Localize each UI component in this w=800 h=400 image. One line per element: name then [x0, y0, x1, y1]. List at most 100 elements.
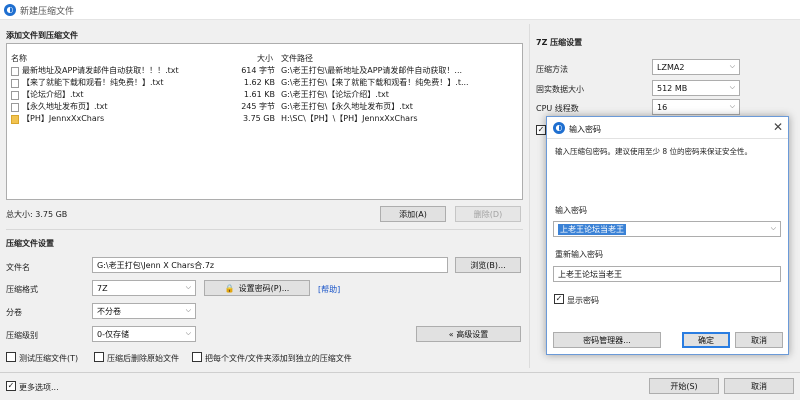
test-archive-checkbox[interactable]	[6, 352, 16, 362]
text-file-icon	[11, 91, 19, 100]
dict-value: 512 MB	[657, 83, 688, 93]
text-file-icon	[11, 79, 19, 88]
test-archive-label: 测试压缩文件(T)	[19, 354, 79, 363]
app-icon: ◐	[553, 122, 565, 134]
reenter-password-input[interactable]: 上老王论坛当老王	[553, 266, 781, 282]
chevron-down-icon: ⌵	[185, 306, 191, 315]
column-header-name[interactable]: 名称	[11, 53, 27, 64]
start-button[interactable]: 开始(S)	[649, 378, 719, 394]
delete-after-checkbox[interactable]	[94, 352, 104, 362]
chevron-down-icon: ⌵	[185, 329, 191, 338]
filename-label: 文件名	[6, 263, 30, 272]
split-label: 分卷	[6, 308, 22, 317]
file-row[interactable]: 最新地址及APP请发邮件自动获取！！！.txt 614 字节 G:\老王打包\最…	[7, 65, 522, 77]
threads-select[interactable]: 16 ⌵	[652, 99, 740, 115]
cancel-button[interactable]: 取消	[724, 378, 794, 394]
file-size: 3.75 GB	[242, 114, 275, 123]
ok-button[interactable]: 确定	[682, 332, 730, 348]
separate-archives-checkbox[interactable]	[192, 352, 202, 362]
file-path: G:\老王打包\最新地址及APP请发邮件自动获取！...	[281, 66, 463, 75]
column-header-path[interactable]: 文件路径	[281, 53, 313, 64]
close-icon[interactable]: ✕	[771, 120, 785, 134]
method-label: 压缩方法	[536, 65, 568, 74]
format-select[interactable]: 7Z ⌵	[92, 280, 196, 296]
method-select[interactable]: LZMA2 ⌵	[652, 59, 740, 75]
sevenz-section-title: 7Z 压缩设置	[536, 38, 583, 47]
file-name: 最新地址及APP请发邮件自动获取！！！.txt	[22, 66, 179, 75]
file-size: 614 字节	[241, 66, 275, 75]
format-value: 7Z	[97, 283, 108, 293]
reenter-password-label: 重新输入密码	[555, 250, 603, 259]
threads-value: 16	[657, 102, 668, 112]
file-size: 1.61 KB	[243, 90, 275, 99]
add-button[interactable]: 添加(A)	[380, 206, 446, 222]
file-name: 【PH】JennxXxChars	[22, 114, 105, 123]
file-row[interactable]: 【来了就能下载和观看！纯免费！】.txt 1.62 KB G:\老王打包\【来了…	[7, 77, 522, 89]
divider	[6, 229, 523, 230]
file-path: G:\老王打包\【论坛介绍】.txt	[281, 90, 389, 99]
dialog-title: 输入密码	[569, 125, 601, 134]
more-options-checkbox[interactable]: ✓	[6, 381, 16, 391]
set-password-label: 设置密码(P)...	[238, 283, 290, 293]
advanced-settings-button[interactable]: « 高级设置	[416, 326, 521, 342]
chevron-down-icon: ⌵	[185, 283, 191, 292]
enter-password-label: 输入密码	[555, 206, 587, 215]
window-title: 新建压缩文件	[20, 7, 75, 17]
footer-divider	[0, 372, 800, 373]
delete-after-label: 压缩后删除原始文件	[107, 354, 179, 363]
file-row[interactable]: 【论坛介绍】.txt 1.61 KB G:\老王打包\【论坛介绍】.txt	[7, 89, 522, 101]
file-path: G:\老王打包\【永久地址发布页】.txt	[281, 102, 413, 111]
show-password-checkbox[interactable]: ✓	[554, 294, 564, 304]
format-label: 压缩格式	[6, 285, 38, 294]
enter-password-value: 上老王论坛当老王	[558, 223, 626, 235]
level-label: 压缩级别	[6, 331, 38, 340]
more-options-label: 更多选项...	[19, 383, 59, 392]
file-row[interactable]: 【PH】JennxXxChars 3.75 GB H:\SC\【PH】\【PH】…	[7, 113, 522, 125]
dict-select[interactable]: 512 MB ⌵	[652, 80, 740, 96]
column-header-size[interactable]: 大小	[257, 53, 273, 64]
folder-icon	[11, 115, 19, 124]
split-select[interactable]: 不分卷 ⌵	[92, 303, 196, 319]
delete-button[interactable]: 删除(D)	[455, 206, 521, 222]
file-path: G:\老王打包\【来了就能下载和观看！纯免费！】.t...	[281, 78, 469, 87]
split-value: 不分卷	[97, 306, 121, 316]
file-path: H:\SC\【PH】\【PH】JennxXxChars	[281, 114, 418, 123]
set-password-button[interactable]: 🔒 设置密码(P)...	[204, 280, 310, 296]
chevron-down-icon: ⌵	[729, 102, 735, 111]
file-name: 【来了就能下载和观看！纯免费！】.txt	[22, 78, 164, 87]
dialog-description: 输入压缩包密码。建议使用至少 8 位的密码来保证安全性。	[555, 147, 753, 156]
show-password-label: 显示密码	[567, 296, 599, 305]
password-dialog: ◐ 输入密码 ✕ 输入压缩包密码。建议使用至少 8 位的密码来保证安全性。 输入…	[546, 116, 789, 355]
level-value: 0-仅存储	[97, 329, 129, 339]
file-size: 245 字节	[241, 102, 275, 111]
total-size: 总大小: 3.75 GB	[6, 210, 68, 219]
enter-password-input[interactable]: 上老王论坛当老王 ⌵	[553, 221, 781, 237]
panel-divider	[529, 24, 530, 368]
password-manager-button[interactable]: 密码管理器...	[553, 332, 661, 348]
level-select[interactable]: 0-仅存储 ⌵	[92, 326, 196, 342]
text-file-icon	[11, 67, 19, 76]
chevron-down-icon: ⌵	[729, 83, 735, 92]
browse-button[interactable]: 浏览(B)...	[455, 257, 521, 273]
file-name: 【永久地址发布页】.txt	[22, 102, 108, 111]
app-icon: ◐	[4, 4, 16, 16]
file-size: 1.62 KB	[243, 78, 275, 87]
separate-archives-label: 把每个文件/文件夹添加到独立的压缩文件	[205, 354, 352, 363]
partial-checkbox[interactable]: ✓	[536, 125, 546, 135]
file-name: 【论坛介绍】.txt	[22, 90, 84, 99]
chevron-down-icon: ⌵	[729, 62, 735, 71]
dialog-cancel-button[interactable]: 取消	[735, 332, 783, 348]
title-bar: ◐ 新建压缩文件	[0, 0, 800, 20]
file-list[interactable]: 名称 大小 文件路径 最新地址及APP请发邮件自动获取！！！.txt 614 字…	[6, 43, 523, 200]
files-section-title: 添加文件到压缩文件	[6, 31, 78, 40]
file-row[interactable]: 【永久地址发布页】.txt 245 字节 G:\老王打包\【永久地址发布页】.t…	[7, 101, 522, 113]
filename-input[interactable]: G:\老王打包\Jenn X Chars合.7z	[92, 257, 448, 273]
lock-icon: 🔒	[224, 283, 235, 293]
method-value: LZMA2	[657, 62, 685, 72]
chevron-down-icon[interactable]: ⌵	[771, 224, 776, 233]
dict-label: 固实数据大小	[536, 85, 584, 94]
settings-section-title: 压缩文件设置	[6, 239, 54, 248]
help-link[interactable]: [帮助]	[318, 284, 340, 295]
text-file-icon	[11, 103, 19, 112]
dialog-title-divider	[547, 138, 788, 139]
